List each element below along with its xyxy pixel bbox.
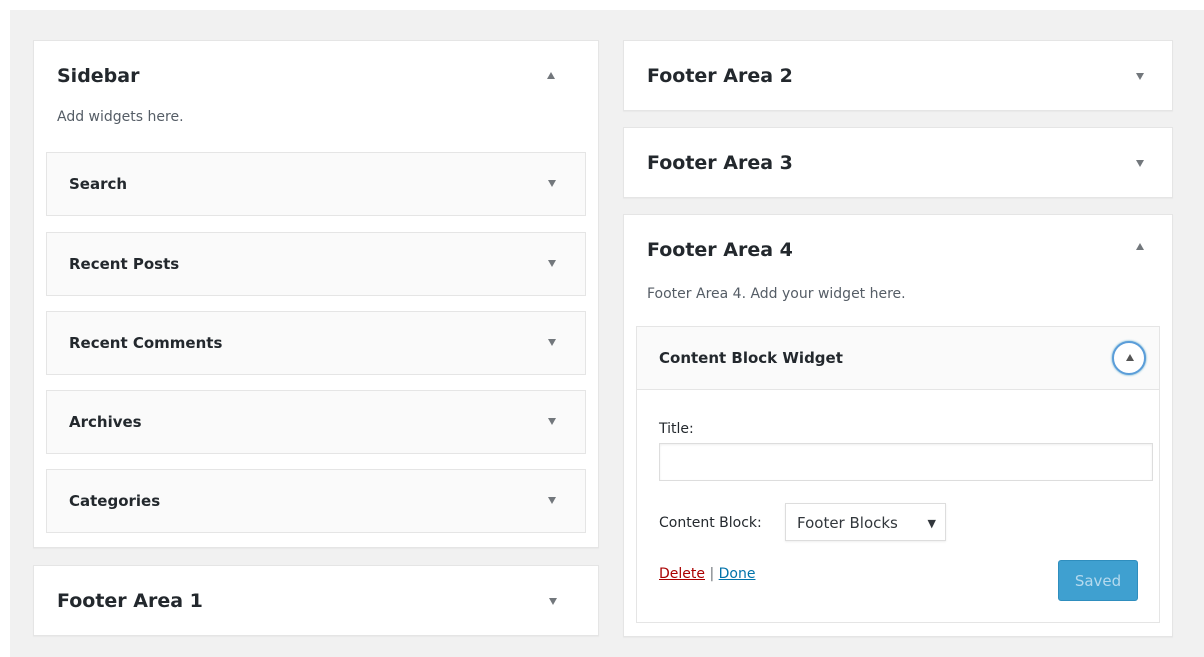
widget-area-footer-2[interactable]: Footer Area 2	[623, 40, 1173, 111]
expand-triangle-down-icon[interactable]	[548, 497, 556, 504]
widget-label: Content Block Widget	[659, 349, 843, 367]
triangle-up-icon	[1126, 354, 1134, 361]
sidebar-description: Add widgets here.	[57, 109, 184, 125]
done-link[interactable]: Done	[719, 566, 756, 582]
widget-label: Search	[69, 175, 128, 193]
widget-control-links: Delete | Done	[659, 566, 755, 582]
expand-triangle-down-icon[interactable]	[548, 260, 556, 267]
saved-button[interactable]: Saved	[1058, 560, 1138, 601]
left-column: Sidebar Add widgets here. Search Recent …	[33, 40, 599, 636]
widget-recent-comments[interactable]: Recent Comments	[46, 311, 586, 375]
collapse-triangle-up-icon[interactable]	[1136, 243, 1144, 250]
link-separator: |	[709, 566, 715, 582]
footer-area-4-header[interactable]: Footer Area 4	[624, 215, 1172, 285]
right-column: Footer Area 2 Footer Area 3 Footer Area …	[623, 40, 1173, 637]
widget-categories[interactable]: Categories	[46, 469, 586, 533]
sidebar-header[interactable]: Sidebar	[34, 41, 598, 111]
widget-label: Recent Posts	[69, 255, 180, 273]
footer-area-2-header[interactable]: Footer Area 2	[624, 41, 1172, 111]
widget-recent-posts[interactable]: Recent Posts	[46, 232, 586, 296]
footer-area-3-header[interactable]: Footer Area 3	[624, 128, 1172, 198]
widget-search[interactable]: Search	[46, 152, 586, 216]
widget-area-footer-3[interactable]: Footer Area 3	[623, 127, 1173, 198]
content-block-select[interactable]: Footer Blocks ▼	[785, 503, 946, 541]
widget-label: Archives	[69, 413, 142, 431]
footer-area-3-title: Footer Area 3	[647, 152, 793, 174]
widget-area-footer-1[interactable]: Footer Area 1	[33, 565, 599, 636]
delete-link[interactable]: Delete	[659, 566, 705, 582]
content-block-selected-value: Footer Blocks	[797, 514, 898, 532]
expand-triangle-down-icon[interactable]	[548, 418, 556, 425]
expand-triangle-down-icon[interactable]	[1136, 73, 1144, 80]
footer-area-2-title: Footer Area 2	[647, 65, 793, 87]
expand-triangle-down-icon[interactable]	[548, 339, 556, 346]
footer-area-1-header[interactable]: Footer Area 1	[34, 566, 598, 636]
content-block-widget-header[interactable]: Content Block Widget	[637, 327, 1159, 390]
expand-triangle-down-icon[interactable]	[1136, 160, 1144, 167]
collapse-triangle-up-icon[interactable]	[547, 72, 555, 79]
widget-area-sidebar: Sidebar Add widgets here. Search Recent …	[33, 40, 599, 548]
widget-area-footer-4: Footer Area 4 Footer Area 4. Add your wi…	[623, 214, 1173, 637]
widget-archives[interactable]: Archives	[46, 390, 586, 454]
footer-area-4-description: Footer Area 4. Add your widget here.	[647, 286, 906, 302]
dropdown-arrow-icon: ▼	[927, 517, 936, 530]
widget-label: Categories	[69, 492, 161, 510]
footer-area-4-title: Footer Area 4	[647, 239, 793, 261]
content-block-label: Content Block:	[659, 515, 762, 531]
expand-triangle-down-icon[interactable]	[548, 180, 556, 187]
title-label: Title:	[659, 421, 694, 437]
widget-label: Recent Comments	[69, 334, 223, 352]
content-block-widget: Content Block Widget Title: Content Bloc…	[636, 326, 1160, 623]
expand-triangle-down-icon[interactable]	[549, 598, 557, 605]
title-input[interactable]	[659, 443, 1153, 481]
footer-area-1-title: Footer Area 1	[57, 590, 203, 612]
sidebar-title: Sidebar	[57, 65, 140, 87]
collapse-circle-triangle-up-icon[interactable]	[1112, 341, 1146, 375]
